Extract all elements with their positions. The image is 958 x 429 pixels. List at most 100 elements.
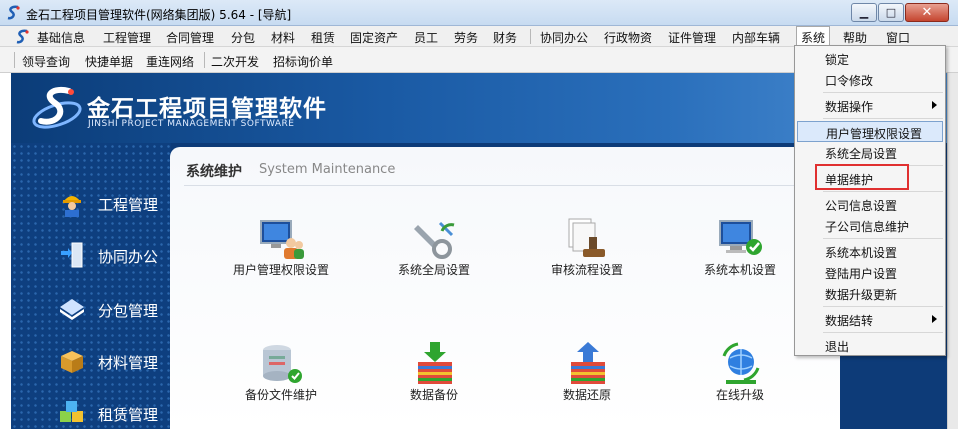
menu-item-login-users[interactable]: 登陆用户设置 [797, 262, 943, 283]
menu-labor[interactable]: 劳务 [454, 29, 478, 46]
menu-separator [823, 332, 943, 333]
menu-separator [823, 191, 943, 192]
menu-item-local-settings[interactable]: 系统本机设置 [797, 241, 943, 262]
menu-window[interactable]: 窗口 [886, 29, 910, 46]
menu-item-data-ops[interactable]: 数据操作 [797, 95, 943, 116]
maximize-button[interactable]: □ [878, 3, 904, 22]
archive-up-icon [571, 342, 605, 384]
menu-separator [823, 92, 943, 93]
menu-item-subsidiary-info[interactable]: 子公司信息维护 [797, 215, 943, 236]
tile-user-permissions[interactable]: 用户管理权限设置 [221, 217, 341, 297]
nav-item-subcontract[interactable]: 分包管理 [11, 289, 171, 329]
toolbar-leader-query[interactable]: 领导查询 [22, 53, 70, 70]
toolbar-separator [204, 52, 205, 68]
menu-item-label: 系统本机设置 [825, 246, 898, 260]
menu-vehicles[interactable]: 内部车辆 [732, 29, 780, 46]
tile-label: 审核流程设置 [550, 263, 623, 277]
menu-basic-info[interactable]: 基础信息 [37, 29, 85, 46]
menu-item-label: 数据操作 [825, 100, 874, 114]
menu-item-label: 系统全局设置 [825, 147, 898, 161]
tile-data-restore[interactable]: 数据还原 [527, 342, 647, 422]
menu-item-global-settings[interactable]: 系统全局设置 [797, 142, 943, 163]
toolbar-bid-inquiry[interactable]: 招标询价单 [273, 53, 333, 70]
users-monitor-icon [260, 220, 304, 259]
menu-staff[interactable]: 员工 [414, 29, 438, 46]
menu-item-label: 用户管理权限设置 [826, 127, 923, 141]
menu-item-data-carryover[interactable]: 数据结转 [797, 309, 943, 330]
menu-contract-mgmt[interactable]: 合同管理 [166, 29, 214, 46]
subcontract-icon [60, 299, 84, 320]
tile-backup-files[interactable]: 备份文件维护 [221, 342, 341, 422]
collab-icon [61, 242, 83, 268]
menu-item-exit[interactable]: 退出 [797, 335, 943, 356]
menu-project-mgmt[interactable]: 工程管理 [103, 29, 151, 46]
nav-label: 协同办公 [98, 248, 159, 266]
tile-label: 系统本机设置 [703, 263, 776, 277]
minimize-button[interactable]: ▁ [851, 3, 877, 22]
tile-label: 在线升级 [715, 388, 764, 402]
nav-item-lease[interactable]: 租赁管理 [11, 393, 171, 429]
panel-title: 系统维护 [186, 164, 242, 180]
menu-item-data-upgrade[interactable]: 数据升级更新 [797, 283, 943, 304]
menu-item-label: 数据升级更新 [825, 288, 898, 302]
nav-label: 工程管理 [98, 196, 159, 214]
toolbar-grip [14, 52, 15, 68]
nav-item-project[interactable]: 工程管理 [11, 183, 171, 223]
menu-item-label: 数据结转 [825, 314, 874, 328]
maximize-icon: □ [885, 6, 897, 19]
menu-bar: 基础信息 工程管理 合同管理 分包 材料 租赁 固定资产 员工 劳务 财务 协同… [0, 26, 958, 47]
toolbar-reconnect[interactable]: 重连网络 [146, 53, 194, 70]
menu-subcontract[interactable]: 分包 [231, 29, 255, 46]
menu-item-label: 退出 [825, 340, 850, 354]
tile-label: 备份文件维护 [244, 388, 317, 402]
menu-separator [823, 306, 943, 307]
toolbar-quick-doc[interactable]: 快捷单据 [85, 53, 133, 70]
menu-collab-office[interactable]: 协同办公 [540, 29, 588, 46]
nav-label: 分包管理 [98, 302, 159, 320]
submenu-arrow-icon [932, 101, 937, 109]
menu-item-user-permissions[interactable]: 用户管理权限设置 [797, 121, 943, 142]
menu-admin-supplies[interactable]: 行政物资 [604, 29, 652, 46]
menu-help[interactable]: 帮助 [843, 29, 867, 46]
system-maintenance-panel: 系统维护 System Maintenance 用户管理权限设置 系统全局设置 [170, 147, 840, 429]
highlight-annotation-box [815, 164, 909, 190]
submenu-arrow-icon [932, 315, 937, 323]
vertical-scrollbar[interactable] [947, 73, 958, 429]
brand-english: JINSHI PROJECT MANAGEMENT SOFTWARE [88, 119, 295, 129]
menu-lease[interactable]: 租赁 [311, 29, 335, 46]
panel-subtitle: System Maintenance [259, 162, 396, 177]
close-icon: ✕ [921, 5, 933, 20]
tile-label: 用户管理权限设置 [232, 263, 329, 277]
title-bar: 金石工程项目管理软件(网络集团版) 5.64 - [导航] ▁ □ ✕ [0, 0, 958, 26]
menu-separator [823, 118, 943, 119]
menu-item-company-info[interactable]: 公司信息设置 [797, 194, 943, 215]
tile-local-settings[interactable]: 系统本机设置 [680, 217, 800, 297]
minimize-icon: ▁ [859, 6, 869, 19]
menu-certificates[interactable]: 证件管理 [668, 29, 716, 46]
tile-data-backup[interactable]: 数据备份 [374, 342, 494, 422]
window-title: 金石工程项目管理软件(网络集团版) 5.64 - [导航] [26, 8, 292, 22]
tile-global-settings[interactable]: 系统全局设置 [374, 217, 494, 297]
menu-finance[interactable]: 财务 [493, 29, 517, 46]
nav-label: 材料管理 [98, 354, 159, 372]
nav-label: 租赁管理 [98, 406, 159, 424]
menu-item-lock[interactable]: 锁定 [797, 48, 943, 69]
globe-refresh-icon [722, 342, 760, 384]
menu-item-label: 公司信息设置 [825, 199, 898, 213]
tile-audit-flow[interactable]: 审核流程设置 [527, 217, 647, 297]
nav-item-collab[interactable]: 协同办公 [11, 235, 171, 275]
worker-icon [63, 196, 81, 217]
menu-separator [530, 29, 531, 44]
toolbar-dev[interactable]: 二次开发 [211, 53, 259, 70]
menu-fixed-assets[interactable]: 固定资产 [350, 29, 398, 46]
nav-item-materials[interactable]: 材料管理 [11, 341, 171, 381]
archive-down-icon [418, 342, 452, 384]
menu-system[interactable]: 系统 [796, 26, 831, 47]
app-logo-icon [7, 5, 20, 20]
menu-materials[interactable]: 材料 [271, 29, 295, 46]
tile-label: 数据还原 [562, 388, 611, 402]
menu-item-change-password[interactable]: 口令修改 [797, 69, 943, 90]
tools-icon [414, 221, 455, 259]
close-button[interactable]: ✕ [905, 3, 949, 22]
tile-online-upgrade[interactable]: 在线升级 [680, 342, 800, 422]
